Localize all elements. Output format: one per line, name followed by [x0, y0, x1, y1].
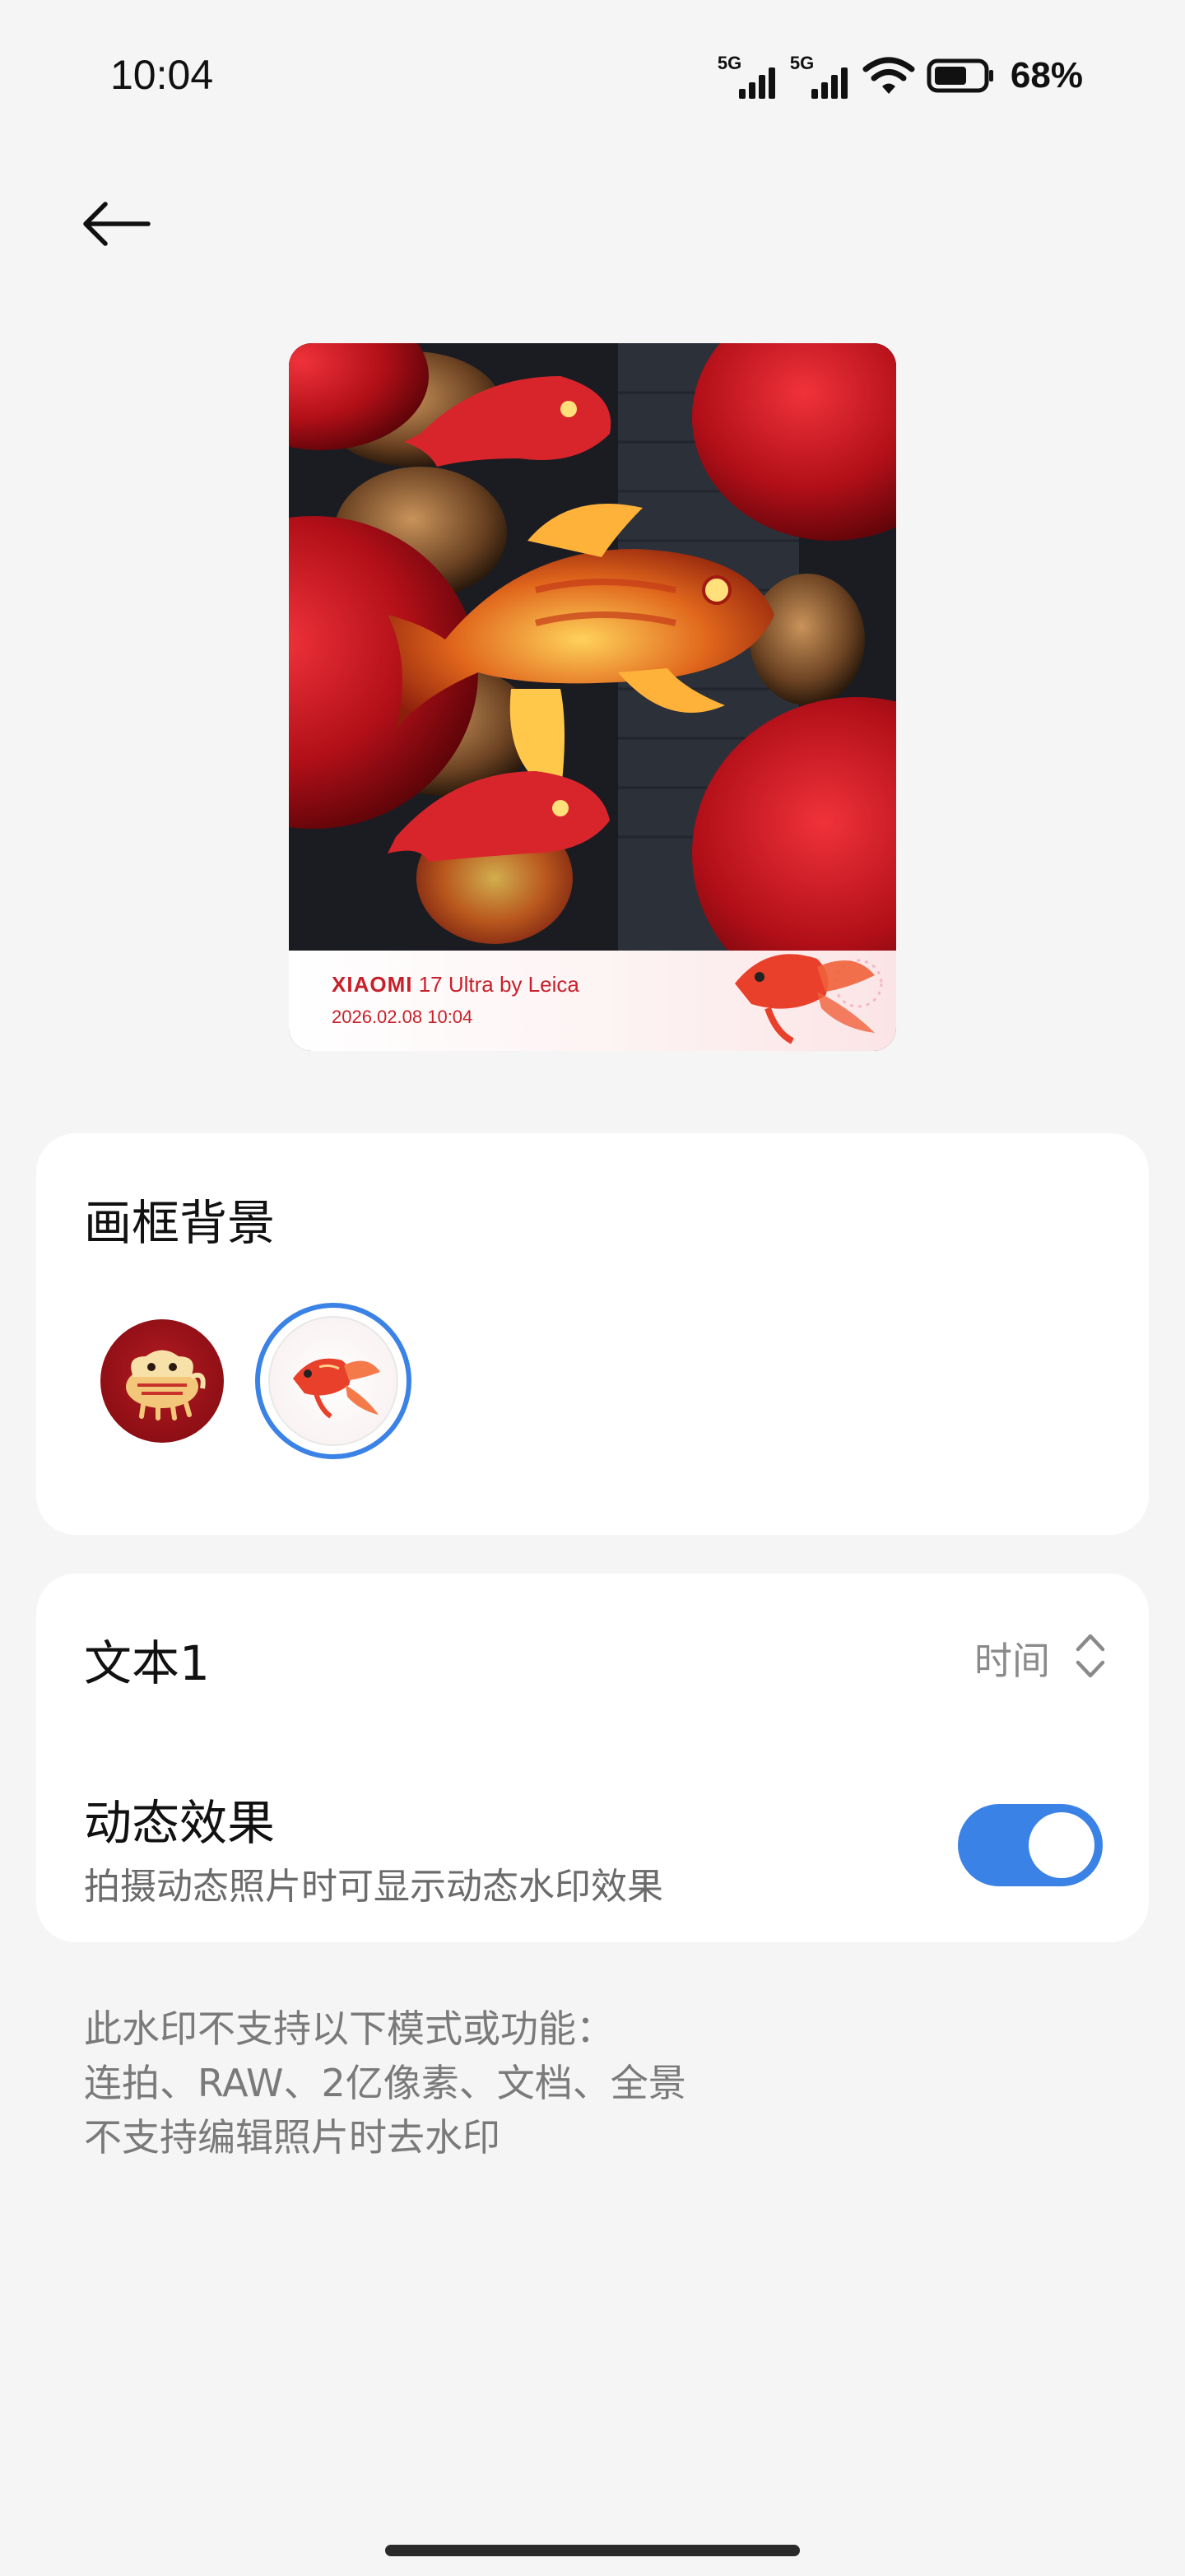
goldfish-icon: [293, 1358, 380, 1419]
notes-line: 此水印不支持以下模式或功能：: [84, 2006, 614, 2051]
watermark-brand: XIAOMI: [332, 972, 413, 997]
watermark-frame: XIAOMI 17 Ultra by Leica 2026.02.08 10:0…: [289, 951, 896, 1051]
signal-icon: 5G: [790, 53, 851, 99]
watermark-by: by Leica: [499, 972, 579, 997]
dynamic-effect-row: 动态效果 拍摄动态照片时可显示动态水印效果: [36, 1730, 1149, 1942]
battery-icon: [927, 58, 993, 93]
status-bar: 10:04 5G 5G 68%: [0, 0, 1185, 156]
preview-photo: [289, 343, 896, 951]
arrow-left-icon: [83, 202, 151, 246]
back-button[interactable]: [79, 191, 158, 257]
dynamic-effect-title: 动态效果: [84, 1795, 276, 1851]
background-option-lion-dance[interactable]: [100, 1319, 224, 1443]
frame-background-title: 画框背景: [84, 1195, 276, 1251]
unsupported-notes: 此水印不支持以下模式或功能： 连拍、RAW、2亿像素、文档、全景 不支持编辑照片…: [84, 2002, 686, 2164]
lion-dance-icon: [126, 1350, 206, 1421]
signal-icon: 5G: [718, 53, 778, 99]
status-time: 10:04: [110, 52, 214, 98]
watermark-title: XIAOMI 17 Ultra by Leica: [332, 972, 579, 997]
watermark-settings-card: 文本1 时间 动态效果 拍摄动态照片时可显示动态水印效果: [36, 1574, 1149, 1942]
background-option-goldfish[interactable]: [255, 1303, 411, 1459]
home-indicator[interactable]: [385, 2545, 800, 2556]
wifi-icon: [862, 57, 915, 94]
text1-row[interactable]: 文本1 时间: [36, 1574, 1149, 1730]
chevron-up-down-icon: [1076, 1634, 1105, 1678]
watermark-preview: XIAOMI 17 Ultra by Leica 2026.02.08 10:0…: [289, 343, 896, 1051]
toggle-knob: [1029, 1812, 1094, 1878]
text1-value: 时间: [974, 1639, 1050, 1683]
watermark-model: 17 Ultra: [418, 972, 494, 997]
dynamic-effect-description: 拍摄动态照片时可显示动态水印效果: [84, 1866, 663, 1908]
goldfish-decoration-icon: [735, 954, 883, 1044]
text1-label: 文本1: [84, 1635, 210, 1691]
dynamic-effect-toggle[interactable]: [958, 1804, 1103, 1886]
goldfish-swatch: [268, 1316, 398, 1446]
notes-line: 不支持编辑照片时去水印: [84, 2115, 500, 2160]
frame-background-card: 画框背景: [36, 1133, 1149, 1535]
battery-percent: 68%: [1010, 55, 1083, 95]
notes-line: 连拍、RAW、2亿像素、文档、全景: [84, 2061, 686, 2105]
watermark-datetime: 2026.02.08 10:04: [332, 1007, 473, 1027]
status-icons: 5G 5G 68%: [718, 53, 1083, 99]
